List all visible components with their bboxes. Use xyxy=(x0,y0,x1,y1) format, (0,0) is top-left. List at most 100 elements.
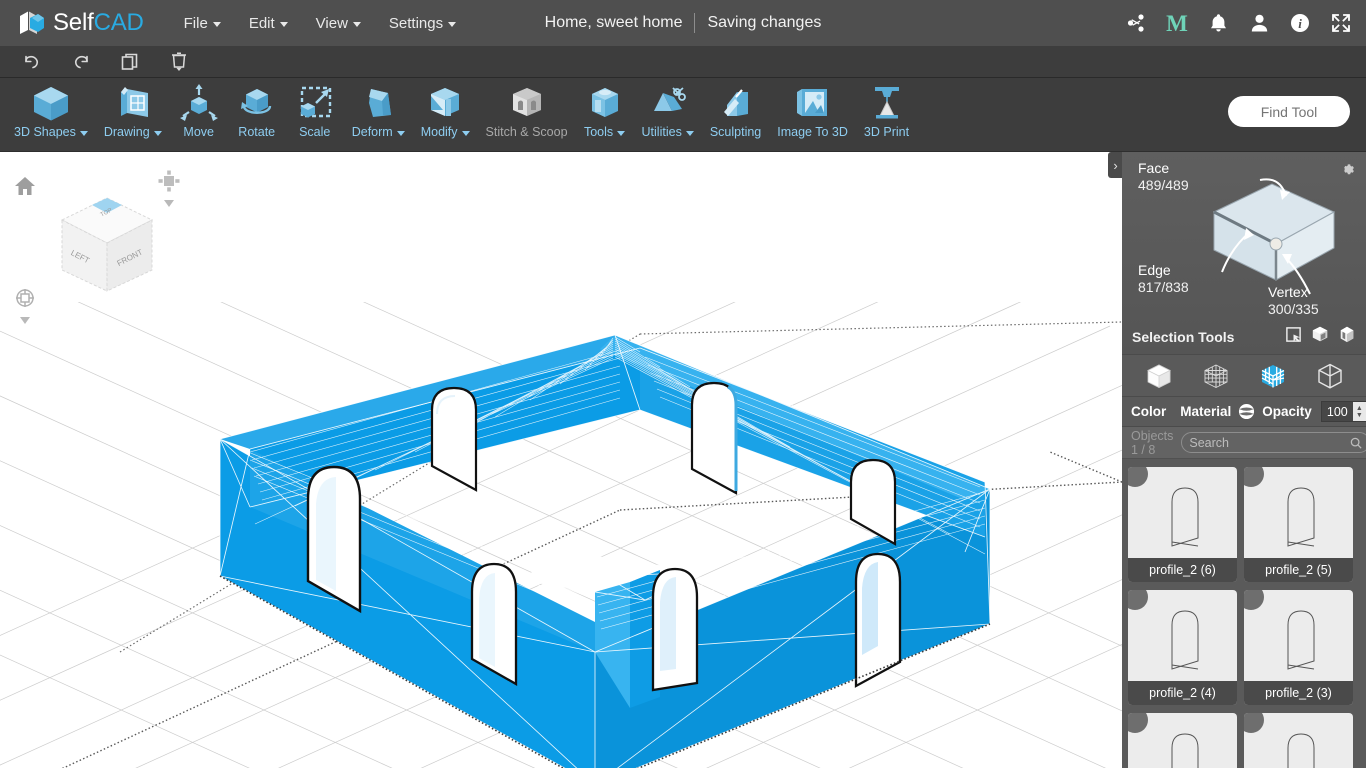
tool-deform[interactable]: Deform xyxy=(344,78,413,150)
objects-search[interactable] xyxy=(1181,432,1366,453)
object-thumbnail xyxy=(1128,598,1237,673)
object-thumbnail xyxy=(1244,721,1353,768)
drawing-icon xyxy=(112,82,154,124)
tool-sculpting[interactable]: Sculpting xyxy=(702,78,769,150)
home-view-icon[interactable] xyxy=(14,176,36,201)
tool-scale[interactable]: Scale xyxy=(286,78,344,150)
object-name: profile_2 (6) xyxy=(1128,558,1237,582)
objects-search-input[interactable] xyxy=(1189,435,1351,450)
list-item[interactable]: profile_2 (3) xyxy=(1244,590,1353,705)
arch-opening xyxy=(651,567,699,692)
chevron-down-icon xyxy=(685,130,694,136)
menu-settings[interactable]: Settings xyxy=(375,9,470,38)
tool-rotate[interactable]: Rotate xyxy=(228,78,286,150)
vertex-mode-icon[interactable] xyxy=(1199,359,1233,393)
image-to-3d-icon xyxy=(792,82,834,124)
find-tool-input[interactable] xyxy=(1228,96,1350,127)
selfcad-logo[interactable]: SelfCAD xyxy=(18,9,144,37)
3d-print-icon xyxy=(866,82,908,124)
main-toolbar: 3D Shapes Drawing Move Rotate Scale Defo… xyxy=(0,78,1366,152)
edge-label: Edge xyxy=(1138,262,1171,278)
rectangle-select-icon[interactable] xyxy=(1285,326,1302,348)
m-logo-icon[interactable]: M xyxy=(1166,12,1188,35)
deform-icon xyxy=(357,82,399,124)
info-icon[interactable]: i xyxy=(1289,12,1311,34)
spin-up-icon[interactable]: ▲ xyxy=(1356,405,1363,412)
opacity-input[interactable] xyxy=(1321,402,1353,421)
tool-tools-label: Tools xyxy=(584,125,626,139)
tool-utilities[interactable]: Utilities xyxy=(634,78,702,150)
opacity-stepper[interactable]: ▲ ▼ xyxy=(1320,401,1366,422)
selection-diagram xyxy=(1212,178,1336,295)
delete-button[interactable] xyxy=(157,47,201,77)
share-icon[interactable] xyxy=(1125,12,1147,34)
selection-mode-row xyxy=(1122,355,1366,397)
tool-tools[interactable]: Tools xyxy=(576,78,634,150)
menu-file[interactable]: File xyxy=(170,9,235,38)
list-item[interactable] xyxy=(1244,713,1353,768)
orbit-pivot-icon[interactable] xyxy=(14,287,36,324)
scale-icon xyxy=(294,82,336,124)
tool-3d-shapes[interactable]: 3D Shapes xyxy=(6,78,96,150)
color-label: Color xyxy=(1131,404,1167,419)
tool-rotate-label: Rotate xyxy=(238,125,276,139)
tools-icon xyxy=(584,82,626,124)
face-value: 489/489 xyxy=(1138,177,1189,193)
box-select-icon[interactable] xyxy=(1311,325,1329,348)
copy-button[interactable] xyxy=(108,47,152,77)
edge-count: Edge 817/838 xyxy=(1138,262,1189,296)
selfcad-logo-text: SelfCAD xyxy=(53,9,144,37)
redo-button[interactable] xyxy=(59,47,103,77)
undo-button[interactable] xyxy=(10,47,54,77)
lasso-select-icon[interactable] xyxy=(1338,325,1356,348)
object-thumbnail xyxy=(1244,598,1353,673)
tool-3d-print-label: 3D Print xyxy=(863,125,910,139)
rotate-icon xyxy=(236,82,278,124)
chevron-down-icon xyxy=(448,21,457,27)
material-sphere-icon[interactable] xyxy=(1238,403,1255,420)
user-account-icon[interactable] xyxy=(1248,12,1270,34)
opacity-spinner-icon[interactable]: ▲ ▼ xyxy=(1352,402,1366,421)
brand-self: Self xyxy=(53,9,94,36)
fullscreen-icon[interactable] xyxy=(1330,12,1352,34)
selection-tools-icons xyxy=(1285,325,1356,348)
list-item[interactable]: profile_2 (5) xyxy=(1244,467,1353,582)
3d-viewport[interactable]: LEFT 240.00 FR Y X Z xyxy=(0,152,1122,768)
list-item[interactable] xyxy=(1128,713,1237,768)
chevron-down-icon xyxy=(461,130,470,136)
collapse-panel-button[interactable]: › xyxy=(1108,152,1123,178)
selection-info-panel: Face 489/489 Edge 817/838 Vertex 300/335 xyxy=(1122,152,1366,355)
notifications-bell-icon[interactable] xyxy=(1207,12,1229,34)
object-thumbnail xyxy=(1244,475,1353,550)
menu-view[interactable]: View xyxy=(302,9,375,38)
list-item[interactable]: profile_2 (6) xyxy=(1128,467,1237,582)
tool-stitch-and-scoop[interactable]: Stitch & Scoop xyxy=(478,78,576,150)
tool-move-label: Move xyxy=(183,125,214,139)
tool-image-to-3d[interactable]: Image To 3D xyxy=(769,78,856,150)
spin-down-icon[interactable]: ▼ xyxy=(1356,412,1363,419)
tool-deform-label: Deform xyxy=(352,125,405,139)
tool-modify[interactable]: Modify xyxy=(413,78,478,150)
object-name: profile_2 (4) xyxy=(1128,681,1237,705)
face-mode-icon[interactable] xyxy=(1256,359,1290,393)
tool-move[interactable]: Move xyxy=(170,78,228,150)
tool-3d-print[interactable]: 3D Print xyxy=(856,78,917,150)
object-mode-icon[interactable] xyxy=(1142,359,1176,393)
tool-image-to-3d-label: Image To 3D xyxy=(777,125,848,139)
menu-settings-label: Settings xyxy=(388,14,444,32)
header-icon-group: M i xyxy=(1125,0,1352,46)
stitch-scoop-icon xyxy=(506,82,548,124)
app-header: SelfCAD File Edit View Settings Home, sw… xyxy=(0,0,1366,46)
view-cube[interactable]: TOP LEFT FRONT xyxy=(48,188,166,305)
tool-drawing[interactable]: Drawing xyxy=(96,78,170,150)
list-item[interactable]: profile_2 (4) xyxy=(1128,590,1237,705)
menu-edit[interactable]: Edit xyxy=(235,9,302,38)
search-icon xyxy=(1351,437,1362,449)
chevron-down-icon xyxy=(212,21,221,27)
chevron-down-icon xyxy=(396,130,405,136)
brand-cad: CAD xyxy=(93,9,144,36)
polygon-mode-icon[interactable] xyxy=(1313,359,1347,393)
selfcad-app: SelfCAD File Edit View Settings Home, sw… xyxy=(0,0,1366,768)
document-title[interactable]: Home, sweet home xyxy=(545,14,683,32)
material-row: Color Material Opacity ▲ ▼ xyxy=(1122,397,1366,427)
